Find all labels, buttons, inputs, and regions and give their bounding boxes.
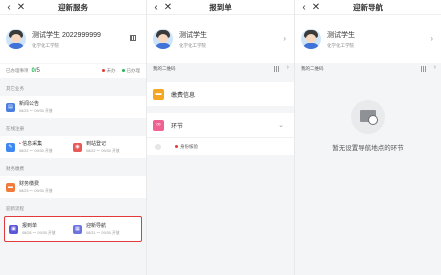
folder-clock-icon [351, 100, 385, 134]
sub-row-identity-check[interactable]: 身份核验 [147, 137, 294, 155]
service-name: 迎新导航 [86, 223, 107, 229]
nav-icon: ▦ [73, 224, 82, 234]
my-qrcode-row[interactable]: 我的二维码 › [295, 63, 441, 75]
service-name: 到站登记 [86, 141, 107, 147]
school-name: 化学化工学院 [327, 42, 354, 48]
back-icon[interactable]: ‹ [298, 0, 310, 15]
progress-stats: 已办理事项 0 /5 未办 已办理 [0, 64, 146, 78]
card-news: ▤ 新闻公告 08/23 ～ 09/30 开放 [0, 96, 146, 118]
card-finance: ▬ 财务缴费 08/23 ～ 09/30 开放 [0, 176, 146, 198]
service-name: 报到单 [22, 223, 38, 229]
close-icon[interactable]: ✕ [15, 0, 27, 15]
empty-state-text: 暂无设置导航地点的环节 [332, 145, 404, 152]
student-name: 测试学生 [327, 31, 355, 39]
close-icon[interactable]: ✕ [162, 0, 174, 15]
service-item-news[interactable]: ▤ 新闻公告 08/23 ～ 09/30 开放 [6, 100, 140, 114]
section-title-finance: 财务缴费 [6, 166, 24, 171]
screen-report-form: ‹ ✕ 报到单 测试学生 化学化工学院 › 我的二维码 › ▬ 缴费信息 ∞ 环… [147, 0, 294, 275]
news-icon: ▤ [6, 102, 15, 112]
nav-bar: ‹ ✕ 报到单 [147, 0, 294, 15]
info-icon: ✎ [6, 142, 15, 152]
train-icon: ◉ [73, 142, 82, 152]
row-label: 环节 [171, 123, 184, 130]
qr-label: 我的二维码 [153, 66, 176, 71]
profile-card[interactable]: 测试学生 2022999999 化学化工学院 [0, 15, 146, 63]
back-icon[interactable]: ‹ [3, 0, 15, 15]
nav-bar: ‹ ✕ 迎新服务 [0, 0, 146, 15]
chevron-right-icon: › [430, 34, 433, 43]
screen-welcome-service: ‹ ✕ 迎新服务 测试学生 2022999999 化学化工学院 已办理事项 0 … [0, 0, 146, 275]
school-name: 化学化工学院 [179, 42, 206, 48]
my-qrcode-row[interactable]: 我的二维码 › [147, 63, 294, 75]
chevron-right-icon: › [433, 64, 436, 71]
wallet-icon: ▬ [6, 182, 15, 192]
service-item-info[interactable]: ✎ • 信息采集 08/22 ～ 09/30 开放 [6, 140, 73, 154]
section-title-register: 在线注册 [6, 126, 24, 131]
service-name: 财务缴费 [19, 181, 40, 187]
profile-card[interactable]: 测试学生 化学化工学院 › [295, 15, 441, 63]
pending-dot-icon [175, 145, 178, 148]
close-icon[interactable]: ✕ [310, 0, 322, 15]
school-name: 化学化工学院 [32, 42, 59, 48]
total-count: /5 [34, 68, 40, 74]
qr-code-icon [421, 66, 427, 72]
section-title-other: 其它业务 [6, 86, 24, 91]
service-item-payment[interactable]: ▬ 财务缴费 08/23 ～ 09/30 开放 [6, 180, 140, 194]
chevron-right-icon: › [286, 64, 289, 71]
chevron-down-icon[interactable]: ⌄ [278, 121, 284, 129]
card-process-highlighted: ▣ 报到单 08/28 ～ 09/30 开放 ▦ 迎新导航 08/31 ～ 09… [4, 216, 142, 242]
service-date: 08/23 ～ 09/30 开放 [19, 109, 53, 113]
row-payment-info[interactable]: ▬ 缴费信息 [147, 82, 294, 106]
status-legend: 未办 已办理 [101, 68, 140, 74]
avatar [153, 29, 173, 49]
service-date: 08/22 ～ 09/30 开放 [86, 149, 120, 153]
chevron-right-icon: › [283, 34, 286, 43]
stats-label: 已办理事项 [6, 68, 29, 73]
service-item-arrival[interactable]: ◉ 到站登记 08/22 ～ 09/30 开放 [73, 140, 140, 154]
service-date: 08/28 ～ 09/30 开放 [22, 231, 56, 235]
legend-item-done: 已办理 [121, 68, 140, 74]
payment-icon: ▬ [153, 88, 164, 100]
qr-code-icon [274, 66, 280, 72]
service-date: 08/22 ～ 09/30 开放 [19, 149, 53, 153]
report-icon: ▣ [9, 224, 18, 234]
legend-item-undone: 未办 [101, 68, 116, 74]
profile-card[interactable]: 测试学生 化学化工学院 › [147, 15, 294, 63]
service-name: • 信息采集 [19, 141, 43, 147]
student-name: 测试学生 2022999999 [32, 31, 101, 39]
empty-state: 暂无设置导航地点的环节 [295, 100, 441, 152]
screen-welcome-navigation: ‹ ✕ 迎新导航 测试学生 化学化工学院 › 我的二维码 › 暂无设置导航地点的… [295, 0, 441, 275]
back-icon[interactable]: ‹ [150, 0, 162, 15]
service-item-navigation[interactable]: ▦ 迎新导航 08/31 ～ 09/30 开放 [73, 222, 137, 236]
status-circle-icon [155, 143, 161, 150]
sub-row-label: 身份核验 [180, 143, 198, 149]
student-name: 测试学生 [179, 31, 207, 39]
qr-label: 我的二维码 [301, 66, 324, 71]
row-stage[interactable]: ∞ 环节 ⌄ [147, 113, 294, 137]
service-date: 08/23 ～ 09/30 开放 [19, 189, 53, 193]
section-title-process: 迎新流程 [6, 206, 24, 211]
service-name: 新闻公告 [19, 101, 40, 107]
card-register: ✎ • 信息采集 08/22 ～ 09/30 开放 ◉ 到站登记 08/22 ～… [0, 136, 146, 158]
avatar [301, 29, 321, 49]
service-item-report[interactable]: ▣ 报到单 08/28 ～ 09/30 开放 [9, 222, 73, 236]
avatar [6, 29, 26, 49]
row-label: 缴费信息 [171, 92, 196, 99]
nav-bar: ‹ ✕ 迎新导航 [295, 0, 441, 15]
link-icon: ∞ [153, 119, 164, 131]
qr-code-icon[interactable] [130, 35, 136, 41]
service-date: 08/31 ～ 09/30 开放 [86, 231, 120, 235]
